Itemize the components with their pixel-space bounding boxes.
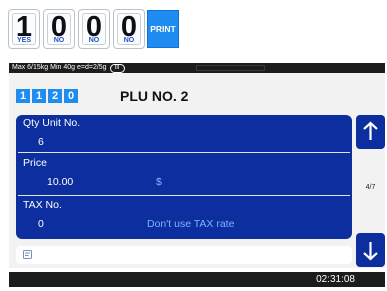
page-indicator: 4/7 [365,184,376,191]
page-title: PLU NO. 2 [120,88,189,104]
device-screen: Max 6/15kg Min 40g e=d=2/5g III 1 1 2 0 P… [9,63,385,268]
divider [18,195,350,196]
clock: 02:31:08 [316,274,355,285]
scroll-down-button[interactable] [356,233,385,267]
key-sublabel: YES [16,37,31,44]
print-button[interactable]: PRINT [147,10,179,48]
qty-unit-label: Qty Unit No. [23,117,81,129]
memo-icon [23,250,32,259]
qty-unit-value[interactable]: 6 [38,136,44,149]
price-value[interactable]: 10.00 [47,176,73,189]
price-label: Price [23,157,47,169]
scale-spec: Max 6/15kg Min 40g e=d=2/5g III [12,63,125,73]
plu-digit: 0 [64,89,78,103]
accuracy-class-badge: III [109,64,125,73]
divider [18,152,350,153]
status-indicator-slot [196,65,265,71]
key-yes[interactable]: 1 YES [8,9,40,49]
plu-digit: 1 [16,89,30,103]
plu-digit: 1 [32,89,46,103]
tax-value[interactable]: 0 [38,218,44,231]
plu-digit: 2 [48,89,62,103]
key-no-3[interactable]: 0 NO [113,9,145,49]
scroll-up-button[interactable] [356,115,385,149]
key-sublabel: NO [88,37,100,44]
field-panel: Qty Unit No. 6 Price 10.00 $ TAX No. 0 D… [16,115,352,239]
currency-unit: $ [156,176,162,188]
scale-spec-text: Max 6/15kg Min 40g e=d=2/5g [12,64,107,71]
key-sublabel: NO [123,37,135,44]
key-sublabel: NO [53,37,65,44]
key-no-2[interactable]: 0 NO [78,9,110,49]
arrow-up-icon [363,121,378,140]
arrow-down-icon [363,242,378,261]
bottom-bar: 02:31:08 [9,272,385,287]
status-bar: Max 6/15kg Min 40g e=d=2/5g III [9,63,385,73]
tax-note: Don't use TAX rate [147,218,235,230]
key-no-1[interactable]: 0 NO [43,9,75,49]
tax-label: TAX No. [23,199,62,211]
memo-field[interactable] [16,246,352,264]
